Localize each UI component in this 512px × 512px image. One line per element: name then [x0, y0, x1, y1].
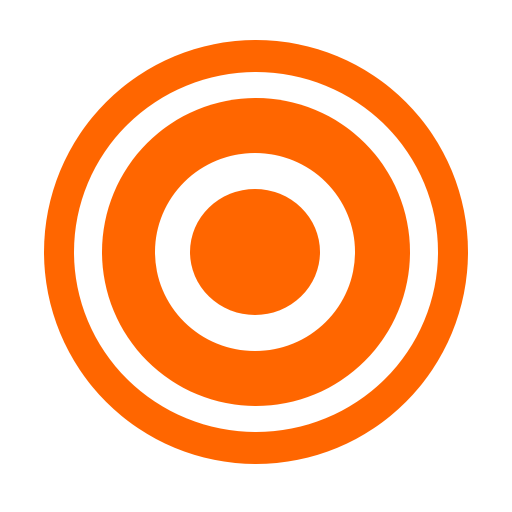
- bullseye-center: [190, 189, 320, 315]
- target-icon: [0, 0, 512, 512]
